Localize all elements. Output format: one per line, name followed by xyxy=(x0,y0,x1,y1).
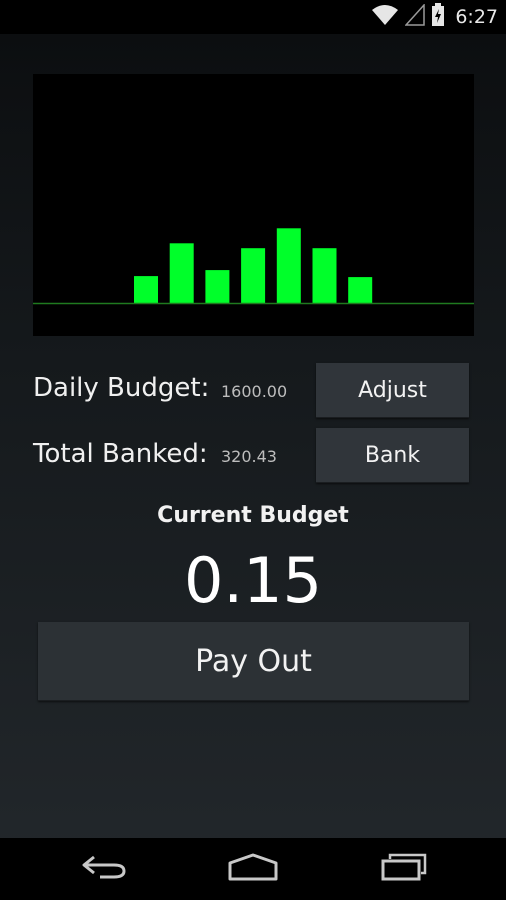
chart-bar xyxy=(205,270,230,303)
chart-svg xyxy=(33,228,474,305)
recent-apps-icon xyxy=(380,853,428,886)
total-banked-label: Total Banked: xyxy=(33,439,208,469)
app-screen: 6:27 Daily Budget: 1600.00 Adjust Total … xyxy=(0,0,506,900)
recent-apps-button[interactable] xyxy=(359,846,449,892)
spending-chart xyxy=(33,74,474,336)
back-button[interactable] xyxy=(59,846,149,892)
chart-bar xyxy=(276,228,301,303)
daily-budget-value: 1600.00 xyxy=(221,382,288,401)
battery-icon xyxy=(431,2,445,32)
wifi-icon xyxy=(371,4,399,31)
status-time: 6:27 xyxy=(455,6,498,28)
adjust-button[interactable]: Adjust xyxy=(316,363,469,418)
chart-bar xyxy=(348,277,373,303)
status-icons: 6:27 xyxy=(371,2,498,32)
current-budget-title: Current Budget xyxy=(157,503,349,528)
chart-bar xyxy=(312,248,337,303)
daily-budget-label: Daily Budget: xyxy=(33,373,210,403)
total-banked-value: 320.43 xyxy=(221,447,277,466)
pay-out-button[interactable]: Pay Out xyxy=(38,622,469,701)
chart-bar xyxy=(134,276,158,303)
navigation-bar xyxy=(0,838,506,900)
back-icon xyxy=(80,854,128,885)
current-budget-value: 0.15 xyxy=(183,544,323,617)
signal-icon xyxy=(404,2,426,31)
chart-bar xyxy=(241,248,266,303)
status-bar: 6:27 xyxy=(0,0,506,34)
bank-button[interactable]: Bank xyxy=(316,428,469,483)
home-icon xyxy=(227,853,279,886)
home-button[interactable] xyxy=(208,846,298,892)
chart-bar xyxy=(169,243,194,303)
